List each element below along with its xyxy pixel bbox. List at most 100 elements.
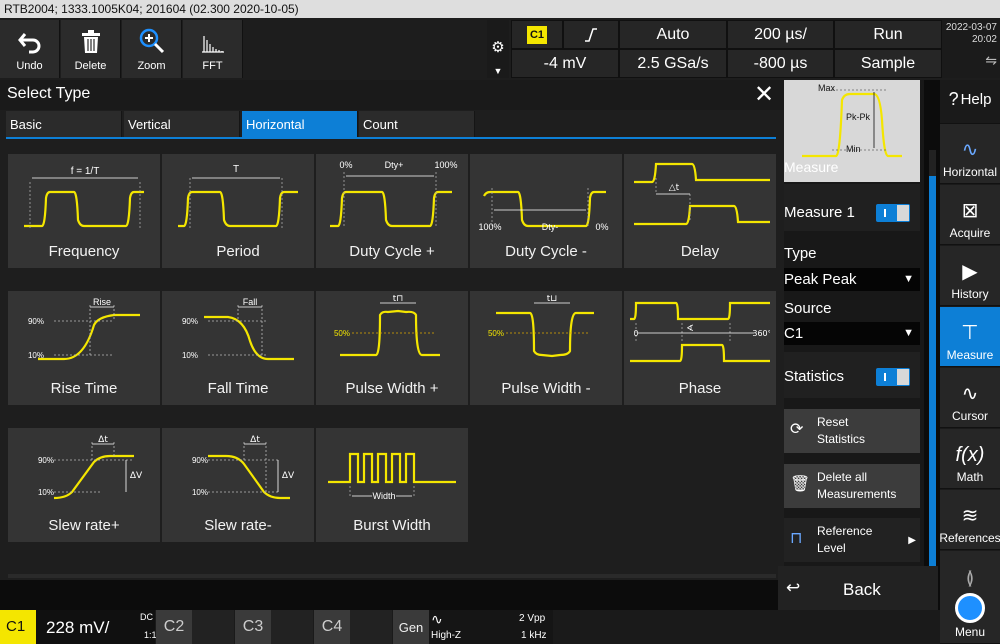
fft-button[interactable]: FFT [183, 20, 243, 78]
delete-all-measurements-button[interactable]: 🗑 Delete all Measurements [784, 464, 920, 508]
c1-ratio: 1:1 [144, 630, 157, 640]
svg-text:100%: 100% [434, 160, 457, 170]
svg-text:ΔV: ΔV [282, 471, 295, 481]
dialog-header: Select Type ✕ [0, 80, 784, 110]
tile-label: Pulse Width - [501, 380, 591, 397]
play-icon: ▶ [962, 261, 978, 283]
svg-text:0: 0 [634, 329, 639, 338]
measure-heading: Measure [784, 159, 839, 175]
tab-basic[interactable]: Basic [6, 111, 122, 138]
source-value: C1 [784, 325, 804, 342]
tile-period[interactable]: T Period [162, 154, 314, 268]
trigger-level-cell[interactable]: -4 mV [511, 49, 619, 78]
statistics-toggle[interactable] [876, 368, 910, 386]
back-button[interactable]: ↩ Back [778, 566, 938, 611]
sidebar-item-acquire[interactable]: ⊠ Acquire [940, 185, 1000, 245]
svg-text:10%: 10% [192, 488, 208, 497]
undo-icon [17, 33, 40, 54]
sample-rate-cell[interactable]: 2.5 GSa/s [619, 49, 727, 78]
panel-scroll-track [929, 150, 936, 176]
time-offset-cell[interactable]: -800 µs [727, 49, 834, 78]
svg-text:50%: 50% [488, 329, 504, 338]
svg-text:Δt: Δt [98, 435, 108, 445]
delete-button[interactable]: Delete [61, 20, 121, 78]
type-dropdown[interactable]: Peak Peak ▼ [784, 268, 920, 291]
tile-burst-width[interactable]: Width Burst Width [316, 428, 468, 542]
sidebar-item-history[interactable]: ▶ History [940, 246, 1000, 306]
channel-c3[interactable]: C3 [235, 610, 313, 644]
status-panel: C1 -4 mV Auto 2.5 GSa/s 200 µs/ -800 µs … [511, 20, 942, 78]
dialog-horizontal-scrollbar[interactable] [8, 574, 776, 578]
tile-fall-time[interactable]: Fall 90% 10% Fall Time [162, 291, 314, 405]
period-waveform-icon: T [178, 164, 298, 228]
measure-icon: ⊤ [961, 322, 979, 344]
tile-pulse-width-plus[interactable]: t⊓ 50% Pulse Width + [316, 291, 468, 405]
zoom-label: Zoom [137, 60, 166, 72]
time-text: 20:02 [971, 34, 997, 45]
trigger-source-cell[interactable]: C1 [511, 20, 563, 49]
svg-text:Fall: Fall [243, 297, 258, 307]
sidebar-item-math[interactable]: f(x) Math [940, 429, 1000, 489]
pulse-width-minus-icon: t⊔ 50% [488, 295, 594, 358]
fft-label: FFT [202, 60, 223, 72]
tile-duty-cycle-minus[interactable]: 100% Dty- 0% Duty Cycle - [470, 154, 622, 268]
acquisition-mode-cell[interactable]: Sample [834, 49, 942, 78]
source-dropdown[interactable]: C1 ▼ [784, 322, 920, 345]
tile-slew-rate-minus[interactable]: Δt 90% 10% ΔV Slew rate- [162, 428, 314, 542]
sidebar-item-measure[interactable]: ⊤ Measure [940, 307, 1000, 367]
tab-horizontal[interactable]: Horizontal [242, 111, 358, 138]
measure1-toggle[interactable] [876, 204, 910, 222]
sidebar-item-cursor[interactable]: ∿ Cursor [940, 368, 1000, 428]
sidebar-item-menu[interactable]: ≬ Menu [940, 551, 1000, 644]
reset-statistics-button[interactable]: ⟳ Reset Statistics [784, 409, 920, 453]
run-state-cell[interactable]: Run [834, 20, 942, 49]
trigger-edge-cell[interactable] [563, 20, 619, 49]
tile-frequency[interactable]: f = 1/T Frequency [8, 154, 160, 268]
reference-level-button[interactable]: ⊓ Reference Level ▶ [784, 518, 920, 562]
undo-button[interactable]: Undo [0, 20, 60, 78]
reset-icon: ⟳ [790, 421, 804, 438]
channel-c4[interactable]: C4 [314, 610, 392, 644]
tile-rise-time[interactable]: Rise 90% 10% Rise Time [8, 291, 160, 405]
time-scale-cell[interactable]: 200 µs/ [727, 20, 834, 49]
channel-c1[interactable]: C1 228 mV/ DC 1:1 [0, 610, 157, 644]
date-text: 2022-03-07 [945, 22, 997, 33]
dialog-title: Select Type [7, 85, 91, 102]
tab-count[interactable]: Count [359, 111, 475, 138]
sidebar-item-horizontal[interactable]: ∿ Horizontal [940, 124, 1000, 184]
generator[interactable]: Gen ∿ High-Z 2 Vpp 1 kHz [393, 610, 553, 644]
settings-button[interactable]: ⚙ ▼ [487, 20, 509, 78]
math-icon: f(x) [955, 444, 985, 466]
tile-slew-rate-plus[interactable]: Δt 90% 10% ΔV Slew rate+ [8, 428, 160, 542]
close-icon[interactable]: ✕ [752, 80, 776, 109]
svg-text:10%: 10% [38, 488, 54, 497]
type-label: Type [784, 245, 817, 262]
tile-phase[interactable]: 0 360° ∢ Phase [624, 291, 776, 405]
sidebar-item-references[interactable]: ≋ References [939, 490, 1000, 550]
tile-delay[interactable]: △t Delay [624, 154, 776, 268]
select-type-dialog: Select Type ✕ Basic Vertical Horizontal … [0, 80, 784, 580]
tab-vertical[interactable]: Vertical [124, 111, 240, 138]
channel-c2[interactable]: C2 [156, 610, 234, 644]
chevron-down-icon: ▼ [903, 327, 914, 339]
tile-label: Slew rate+ [48, 517, 120, 534]
trigger-mode-cell[interactable]: Auto [619, 20, 727, 49]
tile-duty-cycle-plus[interactable]: 0% Dty+ 100% Duty Cycle + [316, 154, 468, 268]
tile-pulse-width-minus[interactable]: t⊔ 50% Pulse Width - [470, 291, 622, 405]
help-button[interactable]: ? Help [940, 80, 1000, 124]
trash-icon: 🗑 [790, 476, 811, 493]
references-icon: ≋ [961, 505, 979, 527]
usb-icon: ⇋ [985, 52, 997, 68]
measure1-row[interactable]: Measure 1 [784, 184, 920, 231]
zoom-button[interactable]: Zoom [122, 20, 182, 78]
slew-rate-minus-icon: Δt 90% 10% ΔV [192, 435, 295, 500]
type-value: Peak Peak [784, 271, 857, 288]
statistics-row[interactable]: Statistics [784, 352, 920, 398]
chevron-right-icon: ▶ [908, 535, 916, 546]
fall-time-icon: Fall 90% 10% [182, 297, 294, 361]
phase-icon: 0 360° ∢ [630, 301, 770, 363]
svg-text:90%: 90% [28, 317, 44, 326]
delete-label: Delete [74, 60, 107, 72]
svg-text:Width: Width [372, 491, 395, 501]
panel-scrollbar[interactable] [929, 176, 936, 578]
